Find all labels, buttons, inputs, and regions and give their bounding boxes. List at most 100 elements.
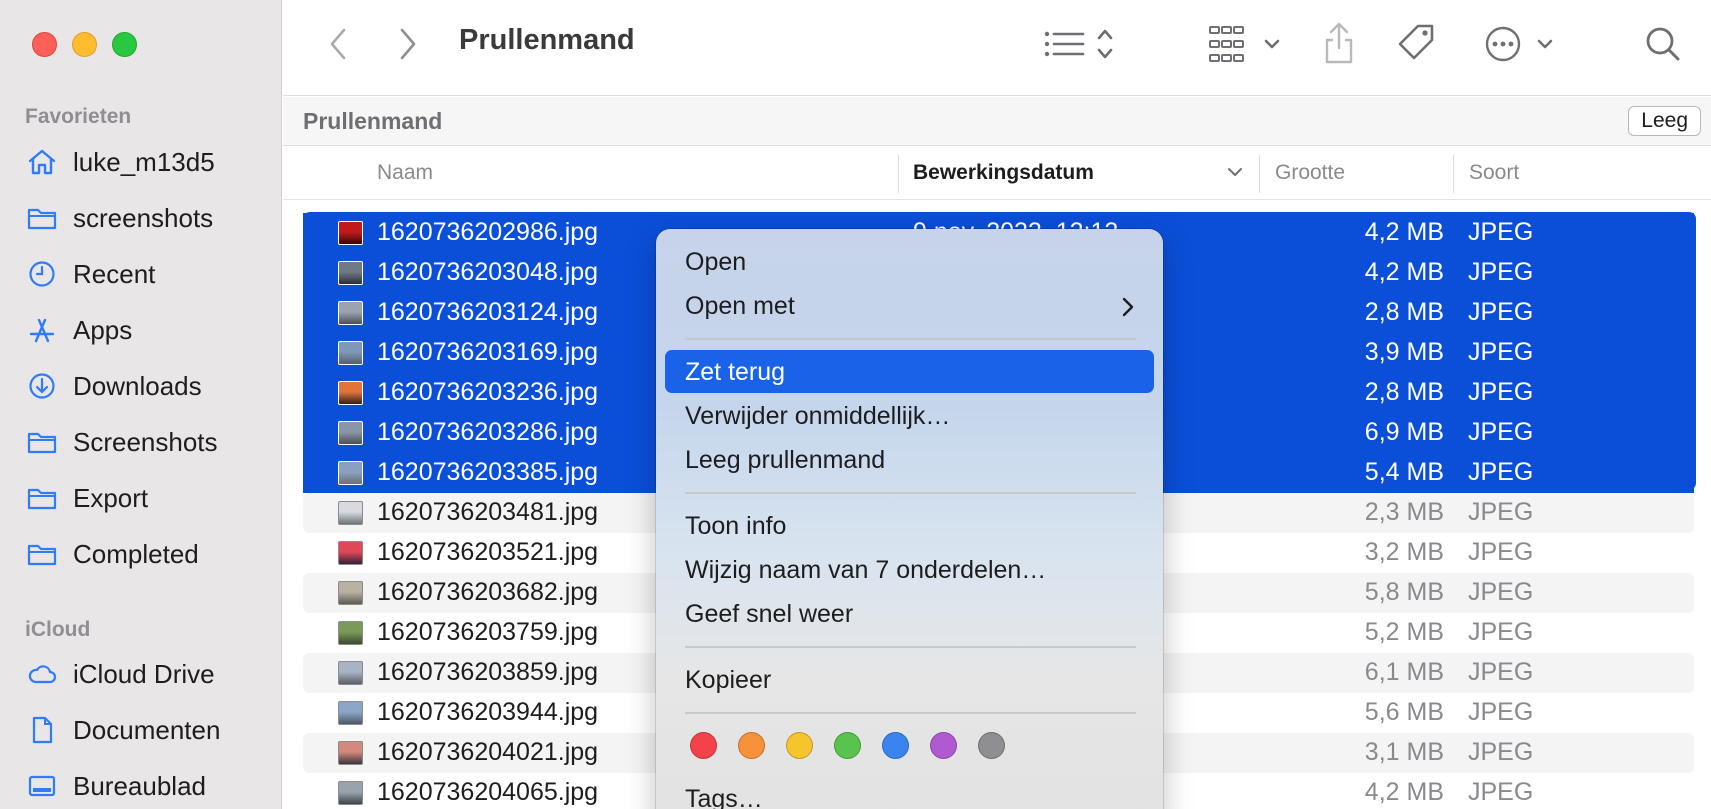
menu-item-empty-trash[interactable]: Leeg prullenmand [665, 438, 1154, 481]
file-name: 1620736202986.jpg [377, 218, 599, 246]
column-date[interactable]: Bewerkingsdatum [913, 161, 1094, 185]
menu-separator [685, 712, 1136, 714]
window-title: Prullenmand [459, 24, 635, 56]
menu-item-delete-immediately[interactable]: Verwijder onmiddellijk… [665, 394, 1154, 437]
file-kind: JPEG [1468, 498, 1534, 526]
file-size: 6,1 MB [1364, 658, 1444, 686]
menu-item-label: Open met [685, 292, 795, 320]
sort-chevron-down-icon[interactable] [1226, 165, 1244, 184]
group-icon[interactable] [1208, 24, 1284, 64]
column-name[interactable]: Naam [377, 161, 433, 185]
tag-yellow-dot[interactable] [786, 732, 813, 759]
context-menu: Open Open met Zet terug Verwijder onmidd… [656, 229, 1163, 809]
sidebar-item-downloads[interactable]: Downloads [26, 364, 276, 408]
file-kind: JPEG [1468, 618, 1534, 646]
close-window-button[interactable] [32, 32, 57, 57]
minimize-window-button[interactable] [72, 32, 97, 57]
file-size: 3,1 MB [1364, 738, 1444, 766]
sidebar-item-documenten[interactable]: Documenten [26, 708, 276, 752]
image-thumbnail-icon [338, 701, 363, 725]
sidebar-item-label: Bureaublad [73, 770, 206, 801]
menu-item-tags[interactable]: Tags… [665, 777, 1154, 809]
file-kind: JPEG [1468, 658, 1534, 686]
menu-item-label: Tags… [685, 785, 763, 809]
chevron-right-icon [1122, 297, 1134, 322]
file-name: 1620736203286.jpg [377, 418, 599, 446]
file-name: 1620736204021.jpg [377, 738, 599, 766]
column-size[interactable]: Grootte [1275, 161, 1345, 185]
menu-item-copy[interactable]: Kopieer [665, 658, 1154, 701]
sidebar-item-label: Recent [73, 258, 156, 289]
file-kind: JPEG [1468, 578, 1534, 606]
clock-icon [29, 261, 55, 287]
tag-blue-dot[interactable] [882, 732, 909, 759]
menu-item-label: Wijzig naam van 7 onderdelen… [685, 556, 1047, 584]
menu-item-quick-look[interactable]: Geef snel weer [665, 592, 1154, 635]
column-kind[interactable]: Soort [1469, 161, 1519, 185]
file-kind: JPEG [1468, 698, 1534, 726]
sidebar-item-screenshots-2[interactable]: Screenshots [26, 420, 276, 464]
file-kind: JPEG [1468, 338, 1534, 366]
file-name: 1620736203944.jpg [377, 698, 599, 726]
sidebar-item-recent[interactable]: Recent [26, 252, 276, 296]
sidebar-item-home[interactable]: luke_m13d5 [26, 140, 276, 184]
image-thumbnail-icon [338, 621, 363, 645]
more-icon[interactable] [1483, 22, 1567, 66]
tag-red-dot[interactable] [690, 732, 717, 759]
sidebar-item-completed[interactable]: Completed [26, 532, 276, 576]
file-name: 1620736203169.jpg [377, 338, 599, 366]
empty-trash-button[interactable]: Leeg [1628, 106, 1701, 136]
forward-icon[interactable] [393, 24, 423, 64]
cloud-icon [28, 665, 57, 684]
file-name: 1620736203859.jpg [377, 658, 599, 686]
image-thumbnail-icon [338, 341, 363, 365]
path-bar: Prullenmand Leeg [283, 97, 1711, 146]
tag-orange-dot[interactable] [738, 732, 765, 759]
sidebar-section-icloud: iCloud [25, 618, 91, 641]
list-view-icon[interactable] [1041, 24, 1125, 64]
tag-gray-dot[interactable] [978, 732, 1005, 759]
column-divider[interactable] [1259, 155, 1260, 193]
sidebar-item-apps[interactable]: Apps [26, 308, 276, 352]
menu-item-label: Verwijder onmiddellijk… [685, 402, 951, 430]
image-thumbnail-icon [338, 541, 363, 565]
menu-separator [685, 338, 1136, 340]
menu-item-restore[interactable]: Zet terug [665, 350, 1154, 393]
tag-icon[interactable] [1396, 22, 1438, 66]
menu-item-open[interactable]: Open [665, 240, 1154, 283]
search-icon[interactable] [1643, 22, 1683, 66]
sidebar-item-export[interactable]: Export [26, 476, 276, 520]
file-size: 3,9 MB [1364, 338, 1444, 366]
file-kind: JPEG [1468, 378, 1534, 406]
column-divider[interactable] [898, 155, 899, 193]
image-thumbnail-icon [338, 581, 363, 605]
menu-item-label: Open [685, 248, 747, 276]
file-name: 1620736204065.jpg [377, 778, 599, 806]
sidebar-item-bureaublad[interactable]: Bureaublad [26, 764, 276, 808]
image-thumbnail-icon [338, 501, 363, 525]
image-thumbnail-icon [338, 461, 363, 485]
sidebar-item-screenshots[interactable]: screenshots [26, 196, 276, 240]
menu-item-get-info[interactable]: Toon info [665, 504, 1154, 547]
file-name: 1620736203759.jpg [377, 618, 599, 646]
menu-item-open-with[interactable]: Open met [665, 284, 1154, 327]
file-size: 2,3 MB [1364, 498, 1444, 526]
column-divider[interactable] [1453, 155, 1454, 193]
tag-green-dot[interactable] [834, 732, 861, 759]
share-icon[interactable] [1321, 20, 1357, 68]
back-icon[interactable] [323, 24, 353, 64]
file-kind: JPEG [1468, 258, 1534, 286]
sidebar-item-icloud-drive[interactable]: iCloud Drive [26, 652, 276, 696]
file-size: 2,8 MB [1364, 378, 1444, 406]
file-size: 5,2 MB [1364, 618, 1444, 646]
menu-item-label: Leeg prullenmand [685, 446, 886, 474]
file-name: 1620736203048.jpg [377, 258, 599, 286]
tag-purple-dot[interactable] [930, 732, 957, 759]
home-icon [28, 149, 56, 175]
file-name: 1620736203521.jpg [377, 538, 599, 566]
zoom-window-button[interactable] [112, 32, 137, 57]
image-thumbnail-icon [338, 301, 363, 325]
file-size: 5,8 MB [1364, 578, 1444, 606]
file-size: 6,9 MB [1364, 418, 1444, 446]
menu-item-rename[interactable]: Wijzig naam van 7 onderdelen… [665, 548, 1154, 591]
